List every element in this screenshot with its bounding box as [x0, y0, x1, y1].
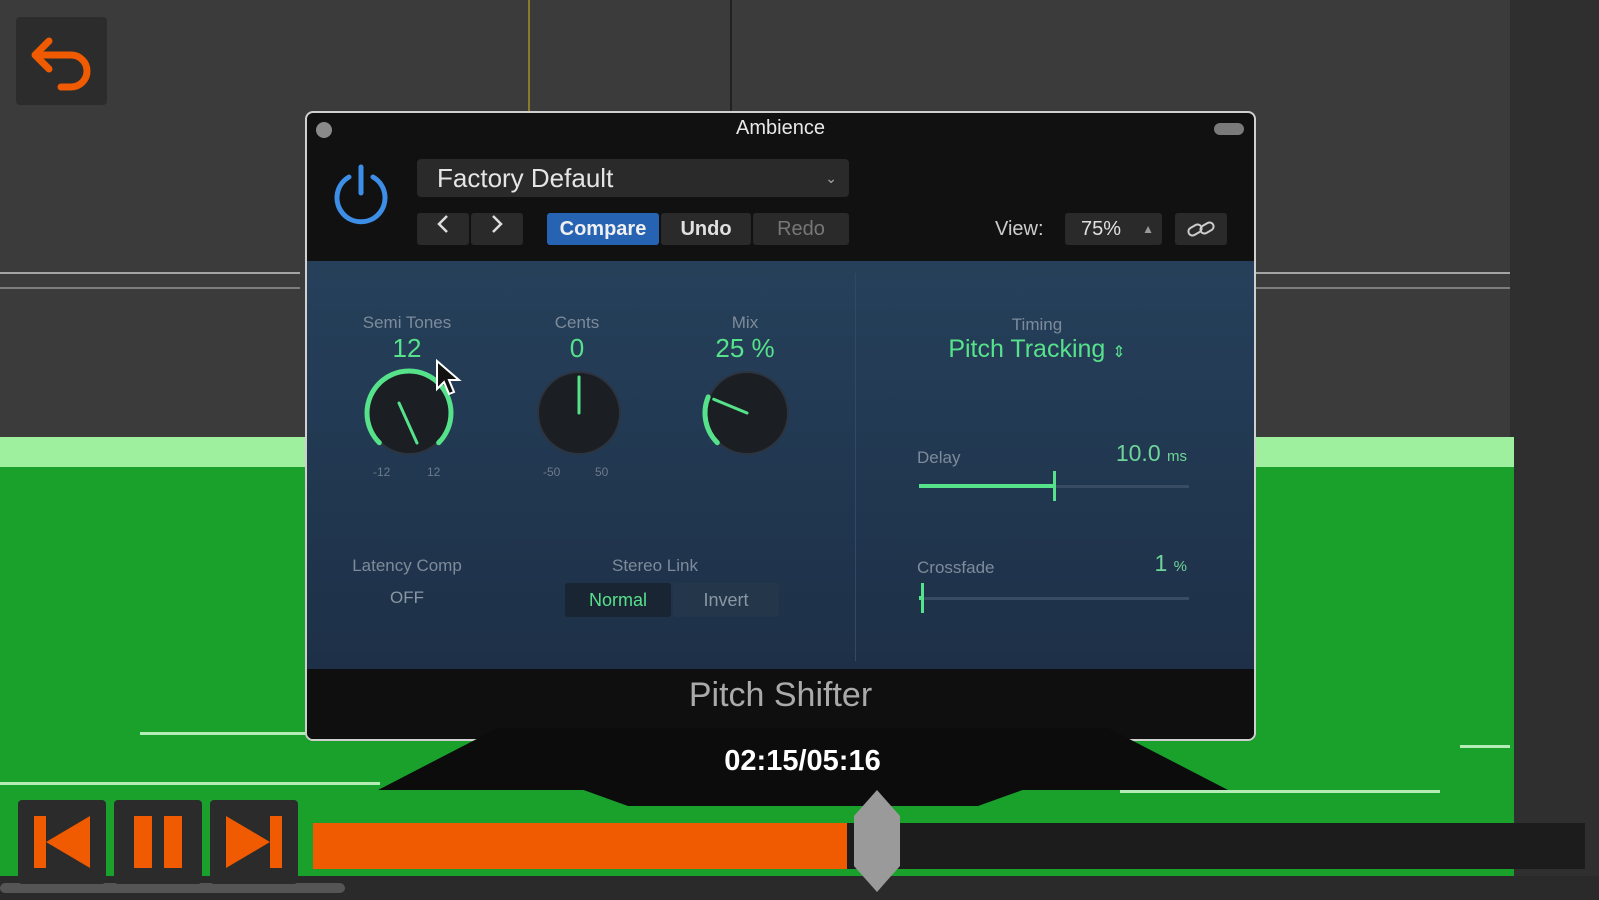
- resize-pill[interactable]: [1214, 123, 1244, 135]
- timing-value: Pitch Tracking: [948, 335, 1106, 363]
- progress-scrubber[interactable]: [852, 788, 902, 894]
- right-panel: [1510, 0, 1599, 900]
- link-button[interactable]: [1175, 213, 1227, 245]
- waveform-row: [0, 287, 300, 289]
- waveform-row: [1256, 272, 1510, 274]
- waveform-mark: [0, 782, 380, 785]
- waveform-mark: [1460, 745, 1510, 748]
- skip-forward-button[interactable]: [210, 800, 298, 884]
- latency-comp-label: Latency Comp: [352, 556, 462, 575]
- stereo-link-normal[interactable]: Normal: [565, 583, 671, 617]
- preset-name: Factory Default: [437, 163, 614, 193]
- pause-button[interactable]: [114, 800, 202, 884]
- stereo-link-invert[interactable]: Invert: [673, 583, 779, 617]
- waveform-row: [1256, 287, 1510, 289]
- preset-menu[interactable]: Factory Default ⌄: [417, 159, 849, 197]
- cents-max: 50: [595, 465, 609, 479]
- delay-readout[interactable]: 10.0 ms: [1067, 440, 1187, 467]
- mix-value[interactable]: 25 %: [685, 333, 805, 364]
- waveform-mark: [140, 732, 320, 735]
- latency-comp-toggle[interactable]: OFF: [377, 588, 437, 608]
- view-zoom-select[interactable]: 75% ▲: [1065, 213, 1162, 245]
- stepper-arrows-icon: ⇕: [1112, 344, 1126, 361]
- cents-min: -50: [543, 465, 561, 479]
- crossfade-readout[interactable]: 1 %: [1067, 550, 1187, 577]
- chevron-down-icon: ⌄: [825, 170, 837, 186]
- delay-label: Delay: [917, 448, 961, 467]
- waveform-row: [0, 272, 300, 274]
- cents-knob[interactable]: [529, 363, 629, 463]
- timing-select[interactable]: Pitch Tracking ⇕: [907, 335, 1167, 364]
- back-button[interactable]: [16, 17, 107, 105]
- skip-back-button[interactable]: [18, 800, 106, 884]
- cents-label: Cents: [554, 313, 600, 332]
- previous-preset-button[interactable]: [417, 213, 469, 245]
- semitones-min: -12: [373, 465, 391, 479]
- stepper-arrows-icon: ▲: [1142, 222, 1154, 236]
- pause-icon: [134, 816, 182, 868]
- skip-forward-icon: [226, 816, 282, 868]
- power-icon[interactable]: [329, 163, 393, 227]
- scrollbar-thumb[interactable]: [0, 883, 345, 893]
- compare-button[interactable]: Compare: [547, 213, 659, 245]
- redo-button[interactable]: Redo: [753, 213, 849, 245]
- undo-button[interactable]: Undo: [661, 213, 751, 245]
- window-title: Ambience: [736, 117, 825, 139]
- view-label: View:: [995, 218, 1044, 240]
- crossfade-slider[interactable]: [919, 597, 1189, 600]
- mix-label: Mix: [731, 313, 759, 332]
- skip-back-icon: [34, 816, 90, 868]
- semitones-label: Semi Tones: [362, 313, 452, 332]
- timing-label: Timing: [1011, 315, 1063, 334]
- stereo-link-label: Stereo Link: [612, 556, 698, 575]
- crossfade-value: 1: [1154, 550, 1168, 576]
- panel-divider: [855, 273, 856, 661]
- playback-time: 02:15/05:16: [724, 745, 881, 777]
- chevron-left-icon: [437, 215, 448, 233]
- delay-slider-fill: [919, 484, 1054, 488]
- crossfade-slider-thumb[interactable]: [920, 583, 924, 613]
- delay-unit: ms: [1167, 448, 1187, 465]
- semitones-max: 12: [427, 465, 441, 479]
- next-preset-button[interactable]: [471, 213, 523, 245]
- crossfade-unit: %: [1173, 558, 1187, 575]
- progress-bar-fill: [313, 823, 848, 869]
- view-zoom-value: 75%: [1081, 218, 1122, 240]
- mix-knob[interactable]: [697, 363, 797, 463]
- crossfade-label: Crossfade: [917, 558, 995, 577]
- delay-slider-thumb[interactable]: [1053, 471, 1056, 501]
- mouse-cursor-icon: [436, 359, 462, 396]
- undo-arrow-icon: [31, 37, 90, 91]
- plugin-window: Ambience Factory Default ⌄ Compare Undo …: [305, 111, 1256, 741]
- delay-value: 10.0: [1115, 440, 1161, 466]
- link-icon: [1187, 221, 1215, 237]
- chevron-right-icon: [492, 215, 503, 233]
- cents-value[interactable]: 0: [517, 333, 637, 364]
- plugin-name: Pitch Shifter: [688, 676, 873, 714]
